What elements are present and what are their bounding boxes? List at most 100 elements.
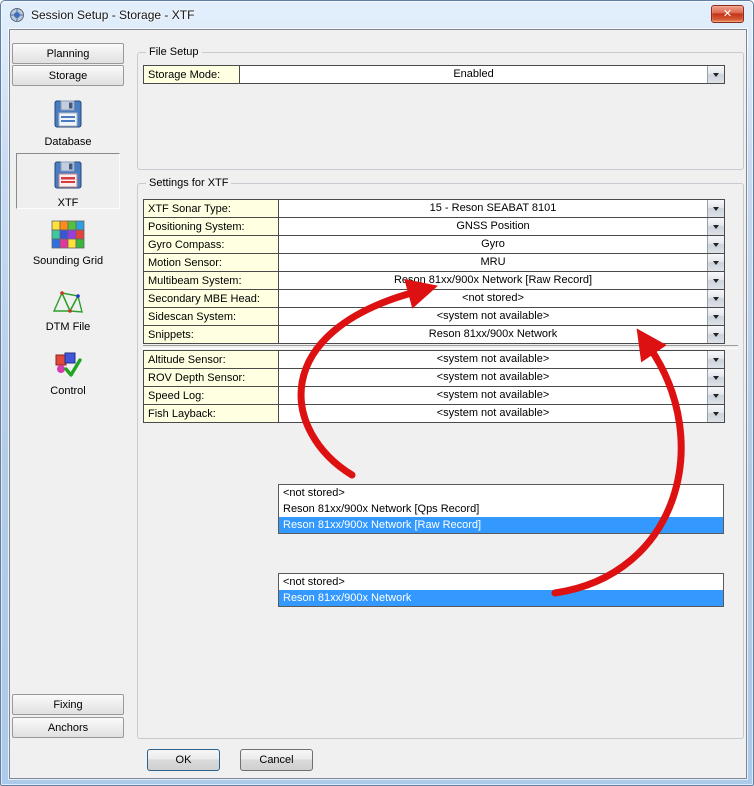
settings-row: Multibeam System:Reson 81xx/900x Network… — [143, 271, 725, 290]
sidebar-item-label: Sounding Grid — [17, 255, 119, 267]
dropdown-button[interactable] — [707, 66, 724, 83]
settings-for-xtf-group: Settings for XTF XTF Sonar Type:15 - Res… — [137, 177, 744, 739]
sidebar-item-database[interactable]: Database — [16, 92, 120, 152]
field-combobox[interactable]: <system not available> — [278, 368, 725, 387]
list-item[interactable]: <not stored> — [279, 485, 723, 501]
settings-row: Snippets:Reson 81xx/900x Network — [143, 325, 725, 344]
file-setup-group: File Setup Storage Mode:Enabled — [137, 46, 744, 170]
dropdown-button[interactable] — [707, 218, 724, 235]
sidebar: Planning Storage Database — [10, 30, 128, 778]
field-label: Multibeam System: — [143, 271, 279, 290]
multibeam-dropdown-list: <not stored>Reson 81xx/900x Network [Qps… — [278, 484, 724, 534]
chevron-down-icon — [713, 394, 719, 398]
sidebar-item-sounding-grid[interactable]: Sounding Grid — [16, 215, 120, 271]
dropdown-button[interactable] — [707, 351, 724, 368]
combobox-value: <system not available> — [279, 369, 707, 386]
field-label: Sidescan System: — [143, 307, 279, 326]
field-label: Positioning System: — [143, 217, 279, 236]
sidebar-item-label: Database — [17, 136, 119, 148]
ok-button[interactable]: OK — [147, 749, 220, 771]
field-combobox[interactable]: Gyro — [278, 235, 725, 254]
sidebar-button-storage[interactable]: Storage — [12, 65, 124, 86]
field-combobox[interactable]: <system not available> — [278, 386, 725, 405]
combobox-value: GNSS Position — [279, 218, 707, 235]
row-group-separator — [143, 345, 738, 349]
sidebar-item-control[interactable]: Control — [16, 345, 120, 401]
settings-row: Speed Log:<system not available> — [143, 386, 725, 405]
dropdown-button[interactable] — [707, 200, 724, 217]
field-label: XTF Sonar Type: — [143, 199, 279, 218]
chevron-down-icon — [713, 225, 719, 229]
sidebar-item-label: DTM File — [17, 321, 119, 333]
field-label: Snippets: — [143, 325, 279, 344]
list-item[interactable]: Reson 81xx/900x Network — [279, 590, 723, 606]
settings-legend: Settings for XTF — [146, 177, 231, 189]
close-button[interactable]: ✕ — [711, 5, 744, 23]
file-setup-rows: Storage Mode:Enabled — [143, 65, 725, 84]
dropdown-button[interactable] — [707, 254, 724, 271]
sounding-grid-icon — [51, 241, 85, 253]
combobox-value: <system not available> — [279, 387, 707, 404]
titlebar[interactable]: Session Setup - Storage - XTF ✕ — [1, 1, 753, 29]
field-combobox[interactable]: 15 - Reson SEABAT 8101 — [278, 199, 725, 218]
dropdown-button[interactable] — [707, 387, 724, 404]
combobox-value: <system not available> — [279, 308, 707, 325]
field-combobox[interactable]: MRU — [278, 253, 725, 272]
list-item[interactable]: Reson 81xx/900x Network [Raw Record] — [279, 517, 723, 533]
chevron-down-icon — [713, 243, 719, 247]
field-combobox[interactable]: <system not available> — [278, 404, 725, 423]
dropdown-button[interactable] — [707, 290, 724, 307]
cancel-button[interactable]: Cancel — [240, 749, 313, 771]
control-icon — [51, 371, 85, 383]
settings-row: Storage Mode:Enabled — [143, 65, 725, 84]
settings-row: Gyro Compass:Gyro — [143, 235, 725, 254]
field-label: Fish Layback: — [143, 404, 279, 423]
field-combobox[interactable]: GNSS Position — [278, 217, 725, 236]
sidebar-item-xtf[interactable]: XTF — [16, 153, 120, 209]
sidebar-button-anchors[interactable]: Anchors — [12, 717, 124, 738]
chevron-down-icon — [713, 333, 719, 337]
field-combobox[interactable]: Enabled — [239, 65, 725, 84]
chevron-down-icon — [713, 358, 719, 362]
dropdown-button[interactable] — [707, 326, 724, 343]
dtm-file-icon — [51, 307, 85, 319]
app-icon — [9, 7, 25, 23]
settings-row: Altitude Sensor:<system not available> — [143, 350, 725, 369]
xtf-floppy-icon — [51, 183, 85, 195]
dropdown-button[interactable] — [707, 369, 724, 386]
settings-row: Positioning System:GNSS Position — [143, 217, 725, 236]
field-label: Secondary MBE Head: — [143, 289, 279, 308]
field-label: Storage Mode: — [143, 65, 240, 84]
chevron-down-icon — [713, 261, 719, 265]
dropdown-button[interactable] — [707, 308, 724, 325]
dropdown-button[interactable] — [707, 236, 724, 253]
combobox-value: <system not available> — [279, 405, 707, 422]
field-combobox[interactable]: <system not available> — [278, 307, 725, 326]
dropdown-button[interactable] — [707, 272, 724, 289]
field-combobox[interactable]: Reson 81xx/900x Network — [278, 325, 725, 344]
field-label: Motion Sensor: — [143, 253, 279, 272]
field-label: Speed Log: — [143, 386, 279, 405]
sidebar-item-dtm-file[interactable]: DTM File — [16, 281, 120, 337]
settings-rows-top: XTF Sonar Type:15 - Reson SEABAT 8101Pos… — [143, 199, 725, 344]
snippets-dropdown-list: <not stored>Reson 81xx/900x Network — [278, 573, 724, 607]
chevron-down-icon — [713, 279, 719, 283]
field-combobox[interactable]: <system not available> — [278, 350, 725, 369]
chevron-down-icon — [713, 297, 719, 301]
sidebar-button-planning[interactable]: Planning — [12, 43, 124, 64]
list-item[interactable]: <not stored> — [279, 574, 723, 590]
combobox-value: <not stored> — [279, 290, 707, 307]
sidebar-button-fixing[interactable]: Fixing — [12, 694, 124, 715]
sidebar-item-label: XTF — [17, 197, 119, 209]
dropdown-button[interactable] — [707, 405, 724, 422]
session-setup-dialog: Session Setup - Storage - XTF ✕ Planning… — [0, 0, 754, 786]
field-combobox[interactable]: <not stored> — [278, 289, 725, 308]
settings-rows-bottom: Altitude Sensor:<system not available>RO… — [143, 350, 725, 423]
combobox-value: Reson 81xx/900x Network — [279, 326, 707, 343]
list-item[interactable]: Reson 81xx/900x Network [Qps Record] — [279, 501, 723, 517]
combobox-value: 15 - Reson SEABAT 8101 — [279, 200, 707, 217]
field-combobox[interactable]: Reson 81xx/900x Network [Raw Record] — [278, 271, 725, 290]
settings-row: Fish Layback:<system not available> — [143, 404, 725, 423]
file-setup-legend: File Setup — [146, 46, 202, 58]
combobox-value: Reson 81xx/900x Network [Raw Record] — [279, 272, 707, 289]
